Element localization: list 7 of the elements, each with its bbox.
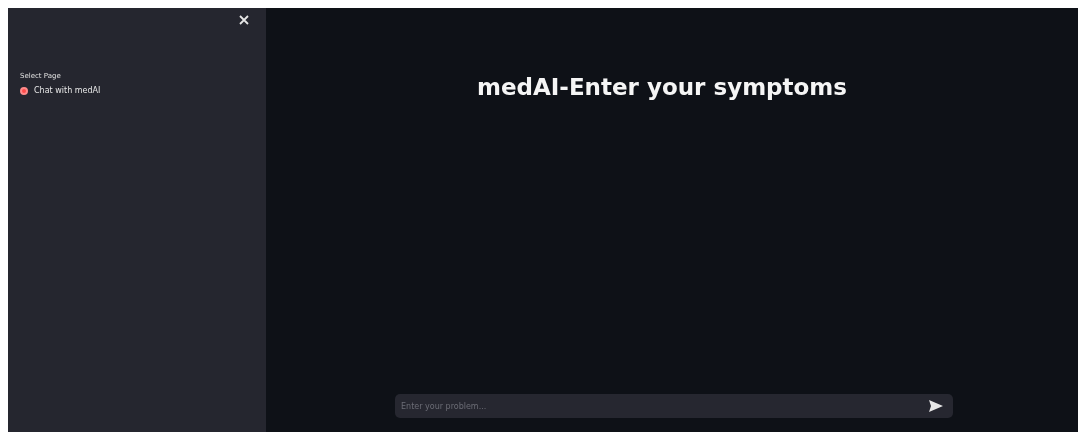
close-icon [239,15,249,25]
radio-label: Chat with medAI [34,86,101,95]
page-title: medAI-Enter your symptoms [476,74,847,100]
send-icon[interactable] [929,400,943,412]
radio-option[interactable]: Chat with medAI [20,86,254,95]
chat-input-field[interactable]: Enter your problem... [395,394,953,418]
radio-button[interactable] [20,86,28,95]
